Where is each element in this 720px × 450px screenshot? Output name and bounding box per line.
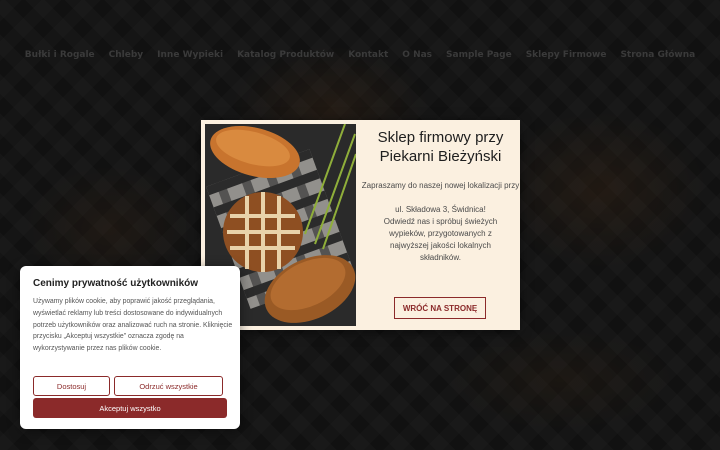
- popup-title: Sklep firmowy przy Piekarni Bieżyński: [377, 129, 504, 165]
- nav-item-sklepy[interactable]: Sklepy Firmowe: [526, 50, 607, 66]
- cookie-consent-banner: Cenimy prywatność użytkowników Używamy p…: [20, 266, 240, 429]
- customize-button[interactable]: Dostosuj: [33, 376, 110, 396]
- nav-item-katalog[interactable]: Katalog Produktów: [237, 50, 334, 66]
- store-popup: Sklep firmowy przy Piekarni Bieżyński Za…: [201, 120, 520, 330]
- cookie-title: Cenimy prywatność użytkowników: [33, 278, 199, 289]
- nav-item-bulki[interactable]: Bułki i Rogale: [25, 50, 95, 66]
- popup-intro: Zapraszamy do naszej nowej lokalizacji p…: [361, 181, 520, 190]
- popup-body: Odwiedź nas i spróbuj świeżych wypieków,…: [383, 217, 498, 262]
- nav-item-kontakt[interactable]: Kontakt: [348, 50, 388, 66]
- reject-all-button[interactable]: Odrzuć wszystkie: [114, 376, 223, 396]
- nav-item-chleby[interactable]: Chleby: [109, 50, 144, 66]
- nav-item-inne-wypieki[interactable]: Inne Wypieki: [157, 50, 223, 66]
- popup-text: Zapraszamy do naszej nowej lokalizacji p…: [361, 180, 520, 264]
- accept-all-button[interactable]: Akceptuj wszystko: [33, 398, 227, 418]
- nav-item-sample-page[interactable]: Sample Page: [446, 50, 512, 66]
- cookie-description: Używamy plików cookie, aby poprawić jako…: [33, 298, 233, 353]
- back-to-site-button[interactable]: WRÓĆ NA STRONĘ: [394, 297, 486, 319]
- nav-item-o-nas[interactable]: O Nas: [402, 50, 432, 66]
- main-navigation: Bułki i Rogale Chleby Inne Wypieki Katal…: [0, 50, 720, 66]
- popup-content: Sklep firmowy przy Piekarni Bieżyński Za…: [361, 120, 520, 330]
- nav-item-strona-glowna[interactable]: Strona Główna: [620, 50, 695, 66]
- popup-address: ul. Składowa 3, Świdnica!: [395, 205, 486, 214]
